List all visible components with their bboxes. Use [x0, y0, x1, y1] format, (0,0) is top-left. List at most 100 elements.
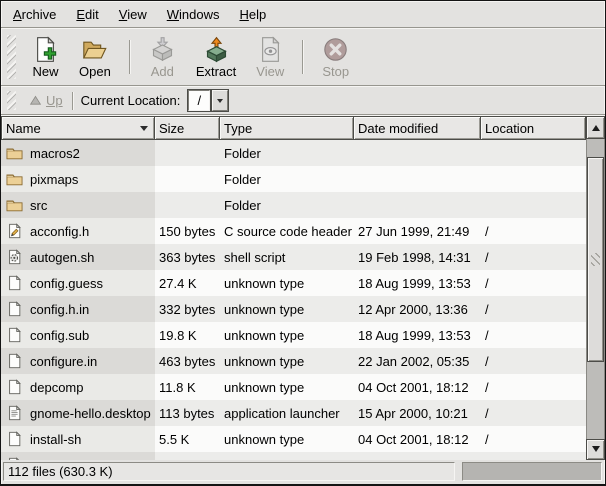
file-date-modified: 27 Jun 1999, 21:49	[354, 218, 481, 244]
file-size: 19.8 K	[155, 322, 220, 348]
table-row[interactable]: macros2Folder	[1, 140, 605, 166]
menu-help[interactable]: Help	[229, 3, 276, 26]
cell-name: src	[1, 192, 155, 218]
file-list-area: Name Size Type Date modified Location macros…	[1, 116, 605, 460]
page-icon	[5, 457, 24, 460]
column-header-size[interactable]: Size	[155, 116, 220, 140]
file-name: depcomp	[30, 380, 83, 395]
menu-archive[interactable]: Archive	[3, 3, 66, 26]
add-to-archive-icon	[149, 36, 176, 63]
file-date-modified: 12 Apr 2000, 13:36	[354, 296, 481, 322]
column-header-name[interactable]: Name	[1, 116, 155, 140]
toolbar-drag-handle[interactable]	[7, 35, 16, 79]
table-row[interactable]	[1, 452, 605, 460]
table-row[interactable]: srcFolder	[1, 192, 605, 218]
menu-view[interactable]: View	[109, 3, 157, 26]
file-date-modified: 04 Oct 2001, 18:12	[354, 374, 481, 400]
vertical-scrollbar	[586, 116, 605, 460]
toolbar-separator	[302, 40, 304, 74]
column-header-location[interactable]: Location	[481, 116, 586, 140]
cell-name: autogen.sh	[1, 244, 155, 270]
new-archive-icon	[32, 36, 59, 63]
view-file-icon	[257, 36, 284, 63]
table-row[interactable]: autogen.sh363 bytesshell script19 Feb 19…	[1, 244, 605, 270]
add-button[interactable]: Add	[141, 34, 184, 81]
file-type: unknown type	[220, 348, 354, 374]
new-button[interactable]: New	[24, 34, 67, 81]
file-type: shell script	[220, 244, 354, 270]
folder-icon	[5, 171, 24, 187]
column-header-type[interactable]: Type	[220, 116, 354, 140]
menu-windows[interactable]: Windows	[157, 3, 230, 26]
cell-name: config.h.in	[1, 296, 155, 322]
page-gear-icon	[5, 249, 24, 265]
page-icon	[5, 327, 24, 343]
menubar: ArchiveEditViewWindowsHelp	[1, 1, 605, 27]
table-row[interactable]: pixmapsFolder	[1, 166, 605, 192]
open-folder-icon	[81, 36, 108, 63]
table-row[interactable]: config.h.in332 bytesunknown type12 Apr 2…	[1, 296, 605, 322]
table-row[interactable]: depcomp 11.8 Kunknown type04 Oct 2001, 18…	[1, 374, 605, 400]
location-bar-drag-handle[interactable]	[7, 91, 16, 110]
file-size: 332 bytes	[155, 296, 220, 322]
file-size	[155, 140, 220, 166]
cell-name: gnome-hello.desktop	[1, 400, 155, 426]
column-header-date-modified[interactable]: Date modified	[354, 116, 481, 140]
file-date-modified	[354, 140, 481, 166]
file-type	[220, 452, 354, 460]
location-combo-dropdown-button[interactable]	[212, 90, 228, 111]
table-row[interactable]: config.guess 27.4 Kunknown type18 Aug 199…	[1, 270, 605, 296]
toolbar-separator	[129, 40, 131, 74]
file-date-modified: 19 Feb 1998, 14:31	[354, 244, 481, 270]
file-type: C source code header	[220, 218, 354, 244]
open-button[interactable]: Open	[71, 34, 119, 81]
column-header-label: Location	[485, 121, 534, 136]
file-date-modified: 15 Apr 2000, 10:21	[354, 400, 481, 426]
file-name: install-sh	[30, 432, 81, 447]
column-header-label: Size	[159, 121, 184, 136]
statusbar: 112 files (630.3 K)	[1, 460, 605, 484]
cell-name	[1, 452, 155, 460]
file-type: unknown type	[220, 270, 354, 296]
location-bar-separator	[72, 92, 74, 110]
file-size: 27.4 K	[155, 270, 220, 296]
scrollbar-thumb[interactable]	[587, 157, 604, 362]
column-header-label: Type	[224, 121, 252, 136]
table-row[interactable]: configure.in463 bytesunknown type22 Jan …	[1, 348, 605, 374]
scrollbar-up-button[interactable]	[586, 116, 605, 139]
archive-manager-window: ArchiveEditViewWindowsHelp NewOpenAddExt…	[0, 0, 606, 486]
file-size: 11.8 K	[155, 374, 220, 400]
file-size	[155, 452, 220, 460]
scroll-up-icon	[592, 121, 600, 131]
file-name: autogen.sh	[30, 250, 94, 265]
menu-edit[interactable]: Edit	[66, 3, 108, 26]
view-button[interactable]: View	[248, 34, 292, 81]
cell-name: acconfig.h	[1, 218, 155, 244]
table-row[interactable]: config.sub19.8 Kunknown type18 Aug 1999,…	[1, 322, 605, 348]
scrollbar-down-button[interactable]	[586, 439, 605, 460]
scrollbar-trough[interactable]	[586, 139, 605, 439]
page-icon	[5, 353, 24, 369]
table-header: Name Size Type Date modified Location	[1, 116, 605, 140]
file-type: unknown type	[220, 426, 354, 452]
table-row[interactable]: install-sh5.5 Kunknown type04 Oct 2001, …	[1, 426, 605, 452]
file-type: unknown type	[220, 374, 354, 400]
location-combo-entry[interactable]: /	[188, 90, 210, 111]
cell-name: configure.in	[1, 348, 155, 374]
page-pencil-icon	[5, 223, 24, 239]
scrollbar-grip	[591, 253, 600, 266]
page-icon	[5, 301, 24, 317]
file-date-modified: 22 Jan 2002, 05:35	[354, 348, 481, 374]
table-row[interactable]: acconfig.h150 bytesC source code header2…	[1, 218, 605, 244]
file-name: macros2	[30, 146, 80, 161]
file-date-modified	[354, 166, 481, 192]
table-row[interactable]: gnome-hello.desktop113 bytesapplication …	[1, 400, 605, 426]
page-lines-icon	[5, 405, 24, 421]
extract-button[interactable]: Extract	[188, 34, 244, 81]
file-name: config.guess	[30, 276, 103, 291]
up-button-label: Up	[46, 93, 63, 108]
stop-button[interactable]: Stop	[314, 34, 357, 81]
file-type: unknown type	[220, 322, 354, 348]
file-date-modified: 18 Aug 1999, 13:53	[354, 270, 481, 296]
up-button[interactable]: Up	[23, 91, 69, 110]
